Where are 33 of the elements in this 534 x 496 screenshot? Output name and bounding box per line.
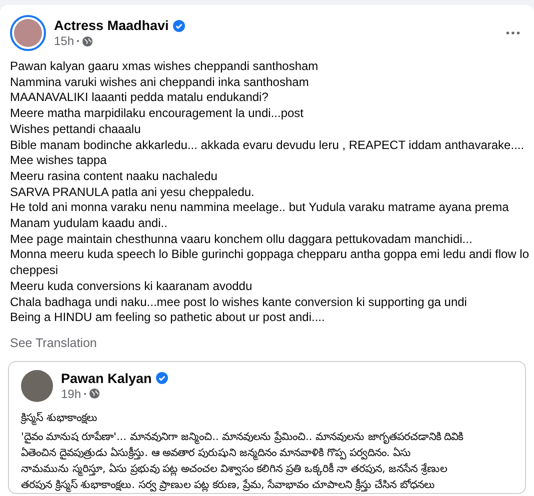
avatar[interactable] <box>10 15 46 51</box>
avatar[interactable] <box>21 370 53 402</box>
shared-post-title: క్రిస్మస్ శుభాకాంక్షలు <box>21 410 98 426</box>
post-text-line: Meere matha marpidilaku encouragement la undi...post <box>10 106 304 122</box>
post-text-line: Wishes pettandi chaaalu <box>10 122 142 138</box>
post-text-line: Chala badhaga undi naku...mee post lo wishes kante conversion ki supporting ga undi <box>10 294 468 310</box>
post-time[interactable]: 19h <box>61 386 82 401</box>
shared-post-text-line: ఏతెంచిన దైవపుత్రుడు ఏసుక్రీస్తు. ఆ అవతార పురుషుని జన్మదినం మానవాళికి గొప్ప పర్వదినం. ఏసు <box>21 446 412 461</box>
post-text-line: Mee wishes tappa <box>10 153 108 169</box>
post-text-line: He told ani monna varaku nenu nammina meelage.. but Yudula varaku matrame ayana prema <box>10 200 510 216</box>
globe-icon <box>89 388 100 400</box>
post-text-line: Meeru rasina content naaku nachaledu <box>10 168 218 185</box>
post-text-line: SARVA PRANULA patla ani yesu cheppaledu. <box>10 184 256 200</box>
author-name[interactable]: Actress Maadhavi <box>54 18 169 33</box>
post-text-line: Manam yudulam kaadu andi.. <box>10 216 168 232</box>
post-text-line: Bible manam bodinche akkarledu... akkada evaru devudu leru , REAPECT iddam anthavarake.... <box>10 138 526 154</box>
see-translation-link[interactable]: See Translation <box>10 336 97 350</box>
post-text-line: Mee page maintain chesthunna vaaru konchem ollu daggara pettukovadam manchidi... <box>10 232 474 248</box>
globe-icon <box>82 36 94 46</box>
more-options-icon[interactable] <box>506 31 520 35</box>
post-text-line: Pawan kalyan gaaru xmas wishes cheppandi santhosham <box>10 59 320 75</box>
shared-post-text-line: నామమును స్మరిస్తూ, ఏసు ప్రభువు పట్ల అచంచల విశ్వాసం కలిగిన ప్రతి ఒక్కరికీ నా తరపున, జనసేన శ్రేణుల <box>21 462 448 477</box>
post-text-line: Meeru kuda conversions ki kaaranam avoddu <box>10 278 254 295</box>
shared-post-text-line: 'దైవం మానుష రూపేణా'... మానవునిగా జన్మించి.. మానవులను ప్రేమించి.. మానవులను జాగృతపరచడానికి దివికి <box>21 430 464 445</box>
separator-dot-icon <box>77 40 80 42</box>
post-text-line: Nammina varuki wishes ani cheppandi inka santhosham <box>10 74 310 90</box>
post-time[interactable]: 15h <box>54 34 74 48</box>
shared-post-text-line: తరపున క్రిస్మస్ శుభాకాంక్షలు. సర్వ ప్రాణుల పట్ల కరుణ, ప్రేమ, సేవాభావం చూపాలని క్రీస్తు చేసిన బోధనలు <box>21 478 436 493</box>
post-text-line: Monna meeru kuda speech lo Bible gurinchi goppaga chepparu antha goppa emi ledu andi flow lo cheppesi <box>10 247 530 279</box>
author-name[interactable]: Pawan Kalyan <box>61 370 152 386</box>
separator-dot-icon <box>84 392 86 395</box>
post-text-line: Being a HINDU am feeling so pathetic about ur post andi.... <box>10 310 326 326</box>
post-text-line: MAANAVALIKI laaanti pedda matalu endukandi? <box>10 90 270 106</box>
